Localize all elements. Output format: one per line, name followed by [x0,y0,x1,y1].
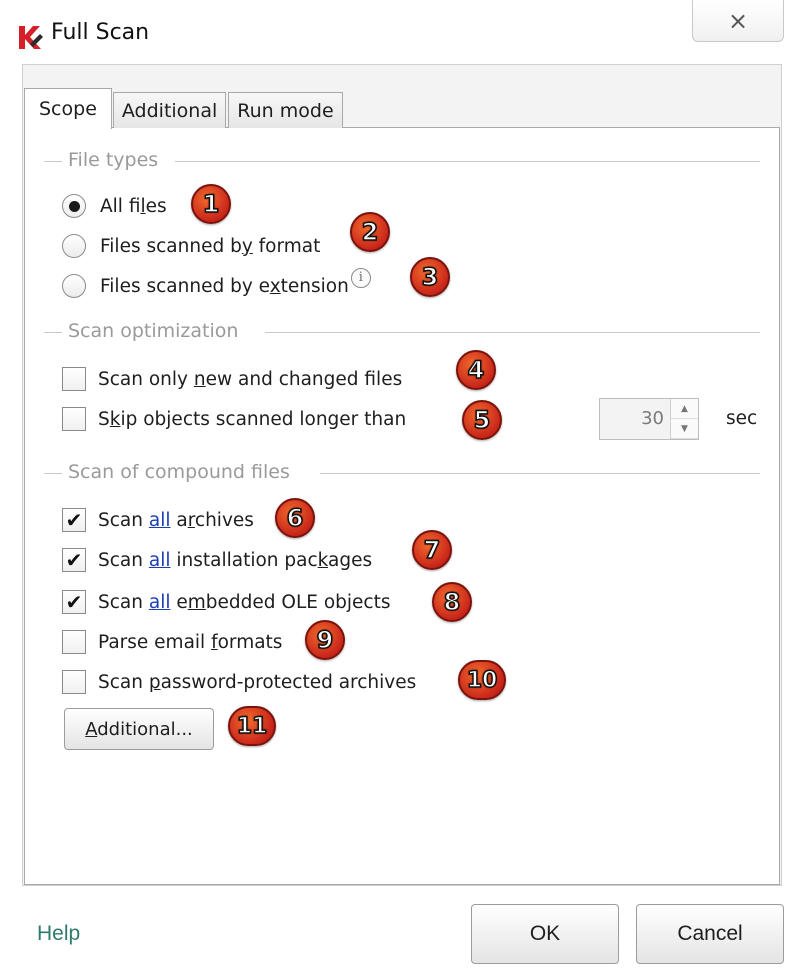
checkbox-skip-long-objects[interactable]: Skip objects scanned longer than [62,404,406,434]
full-scan-dialog: Full Scan × Scope Additional Run mode Fi… [0,0,792,968]
marker-badge: 7 [412,530,452,570]
info-icon[interactable]: i [350,268,371,288]
radio-button[interactable] [62,274,86,298]
checkbox-label: Scan only new and changed files [98,368,403,390]
cancel-button[interactable]: Cancel [636,904,784,964]
marker-badge: 10 [458,660,506,700]
all-link[interactable]: all [149,592,171,613]
checkbox[interactable] [62,670,86,694]
chevron-down-icon[interactable]: ▼ [671,419,698,439]
radio-button[interactable] [62,234,86,258]
checkbox-label: Scan all embedded OLE objects [98,591,391,613]
group-compound-files: Scan of compound files [44,461,760,485]
checkbox-label: Scan all archives [98,509,254,531]
timeout-unit: sec [726,408,758,429]
checkbox[interactable]: ✔ [62,548,86,572]
timeout-spinner[interactable]: 30 ▲ ▼ [599,398,699,440]
checkbox-label: Scan password-protected archives [98,671,417,693]
marker-badge: 8 [432,582,472,622]
radio-files-by-format[interactable]: Files scanned by format [62,231,320,261]
marker-badge: 6 [275,498,315,538]
radio-button[interactable] [62,194,86,218]
close-icon: × [727,6,749,35]
checkbox-label: Scan all installation packages [98,549,373,571]
title-bar: Full Scan × [0,0,792,68]
marker-badge: 1 [191,184,231,224]
checkbox-label: Skip objects scanned longer than [98,408,407,430]
marker-badge: 11 [228,706,276,746]
checkbox-scan-installation-packages[interactable]: ✔ Scan all installation packages [62,545,372,575]
tab-run-mode[interactable]: Run mode [228,92,343,128]
checkbox[interactable] [62,367,86,391]
checkbox[interactable]: ✔ [62,508,86,532]
group-file-types: File types [44,149,760,173]
marker-badge: 2 [350,212,390,252]
tab-bar: Scope Additional Run mode [24,88,345,129]
radio-label: Files scanned by extension [100,275,349,297]
marker-badge: 9 [305,620,345,660]
group-title: Scan of compound files [68,461,294,483]
tab-additional[interactable]: Additional [112,92,227,128]
checkbox-new-changed-files[interactable]: Scan only new and changed files [62,364,402,394]
window-title: Full Scan [51,20,150,45]
radio-files-by-extension[interactable]: Files scanned by extension i [62,268,371,301]
all-link[interactable]: all [149,510,171,531]
chevron-up-icon[interactable]: ▲ [671,399,698,419]
checkbox-label: Parse email formats [98,631,283,653]
checkbox[interactable]: ✔ [62,590,86,614]
kaspersky-logo-icon [19,26,43,49]
marker-badge: 5 [462,400,502,440]
checkbox-scan-ole-objects[interactable]: ✔ Scan all embedded OLE objects [62,587,390,617]
marker-badge: 3 [410,257,450,297]
timeout-value[interactable]: 30 [600,399,670,439]
group-scan-optimization: Scan optimization [44,320,760,344]
checkbox-scan-archives[interactable]: ✔ Scan all archives [62,505,254,535]
group-title: Scan optimization [68,320,243,342]
checkbox[interactable] [62,630,86,654]
spinner-arrows: ▲ ▼ [670,399,698,439]
ok-button[interactable]: OK [471,904,619,964]
help-link[interactable]: Help [37,922,80,946]
all-link[interactable]: all [149,550,171,571]
group-title: File types [68,149,163,171]
close-button[interactable]: × [692,0,784,42]
checkbox-password-protected-archives[interactable]: Scan password-protected archives [62,667,416,697]
marker-badge: 4 [456,350,496,390]
radio-label: Files scanned by format [100,235,321,257]
radio-label: All files [100,195,167,217]
checkbox[interactable] [62,407,86,431]
radio-all-files[interactable]: All files [62,191,167,221]
tab-scope[interactable]: Scope [24,88,112,129]
checkbox-parse-email-formats[interactable]: Parse email formats [62,627,282,657]
button-label: Additional... [85,718,193,740]
additional-settings-button[interactable]: Additional... [64,708,214,750]
